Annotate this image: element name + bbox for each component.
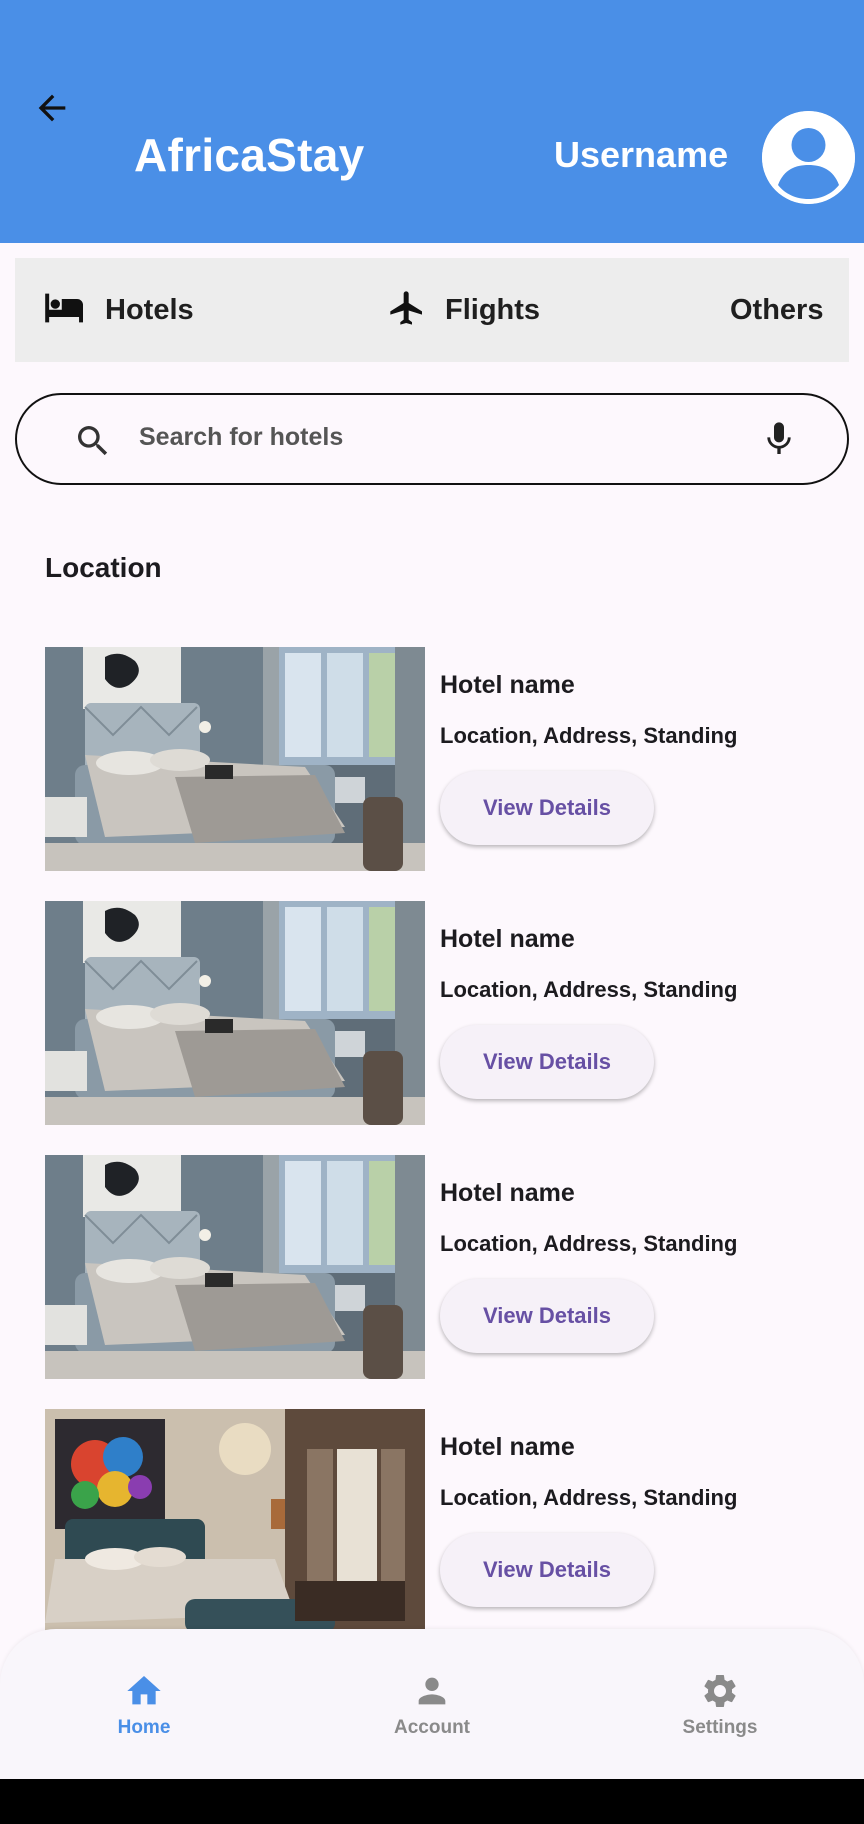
bed-icon (43, 290, 87, 331)
hotel-image[interactable] (45, 647, 425, 871)
nav-item-home[interactable]: Home (54, 1629, 234, 1779)
arrow-left-icon (38, 94, 66, 122)
search-placeholder: Search for hotels (139, 423, 344, 451)
view-details-button[interactable]: View Details (440, 1025, 654, 1099)
tab-flights[interactable]: Flights (387, 258, 540, 362)
hotel-details: Location, Address, Standing (440, 977, 738, 1002)
airplane-icon (387, 288, 427, 333)
hotel-card: Hotel name Location, Address, Standing V… (45, 901, 825, 1125)
tab-others[interactable]: Others (730, 258, 823, 362)
nav-label-home: Home (117, 1717, 171, 1738)
hotel-name: Hotel name (440, 1433, 575, 1461)
search-icon (73, 421, 113, 466)
person-icon (412, 1671, 452, 1716)
account-circle-icon (762, 111, 855, 204)
gear-icon (700, 1671, 740, 1716)
tab-flights-label: Flights (445, 293, 541, 326)
avatar[interactable] (762, 111, 855, 204)
hotel-details: Location, Address, Standing (440, 1231, 738, 1256)
nav-item-settings[interactable]: Settings (630, 1629, 810, 1779)
tab-hotels[interactable]: Hotels (43, 258, 194, 362)
username-label: Username (554, 134, 729, 175)
section-title: Location (45, 552, 162, 583)
hotel-image[interactable] (45, 901, 425, 1125)
home-icon (124, 1671, 164, 1716)
view-details-button[interactable]: View Details (440, 1533, 654, 1607)
microphone-icon[interactable] (759, 419, 799, 464)
hotel-name: Hotel name (440, 1179, 575, 1207)
hotel-details: Location, Address, Standing (440, 723, 738, 748)
hotel-image[interactable] (45, 1155, 425, 1379)
view-details-button[interactable]: View Details (440, 771, 654, 845)
hotel-name: Hotel name (440, 671, 575, 699)
tab-hotels-label: Hotels (105, 293, 194, 326)
system-navigation-bar (0, 1779, 864, 1824)
search-input[interactable]: Search for hotels (15, 393, 849, 485)
app-bar: AfricaStay Username (0, 0, 864, 243)
hotel-card: Hotel name Location, Address, Standing V… (45, 647, 825, 871)
back-button[interactable] (32, 88, 72, 128)
hotel-name: Hotel name (440, 925, 575, 953)
nav-label-settings: Settings (682, 1717, 758, 1738)
bottom-navigation: Home Account Settings (0, 1629, 864, 1779)
nav-label-account: Account (394, 1717, 470, 1738)
tab-others-label: Others (730, 293, 824, 326)
hotel-details: Location, Address, Standing (440, 1485, 738, 1510)
hotel-card: Hotel name Location, Address, Standing V… (45, 1155, 825, 1379)
hotel-card: Hotel name Location, Address, Standing V… (45, 1409, 825, 1633)
view-details-button[interactable]: View Details (440, 1279, 654, 1353)
nav-item-account[interactable]: Account (342, 1629, 522, 1779)
hotel-image[interactable] (45, 1409, 425, 1633)
app-title: AfricaStay (134, 129, 365, 181)
category-tabs: Hotels Flights Others (15, 258, 849, 362)
